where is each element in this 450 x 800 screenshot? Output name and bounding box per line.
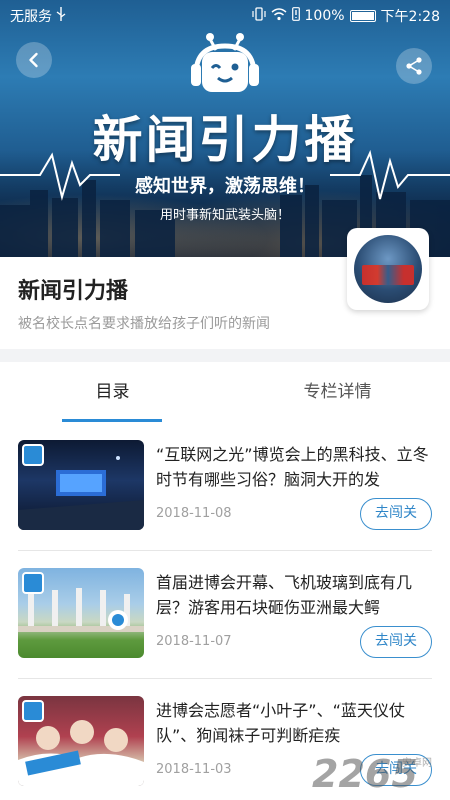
list-item[interactable]: “互联网之光”博览会上的黑科技、立冬时节有哪些习俗？脑洞大开的发 2018-11… bbox=[18, 440, 432, 550]
wifi-icon bbox=[271, 7, 287, 25]
back-icon bbox=[29, 52, 38, 68]
hero-title: 新闻引力播 bbox=[92, 111, 358, 169]
item-title: “互联网之光”博览会上的黑科技、立冬时节有哪些习俗？脑洞大开的发 bbox=[156, 445, 429, 489]
battery-icon bbox=[349, 10, 376, 22]
tab-catalog[interactable]: 目录 bbox=[0, 362, 225, 422]
hero-subtitle: 用时事新知武装头脑！ bbox=[159, 208, 290, 223]
share-button[interactable] bbox=[396, 48, 432, 84]
clock-time: 下午2:28 bbox=[380, 9, 440, 25]
robot-logo-icon bbox=[191, 33, 259, 92]
divider bbox=[18, 550, 432, 551]
content-area: 目录 专栏详情 “互联网之光”博览会上的黑科技、立冬时节有哪些习俗？脑洞大开的发… bbox=[0, 362, 450, 800]
active-tab-indicator bbox=[62, 419, 162, 422]
usb-icon bbox=[56, 7, 66, 25]
column-cover-thumbnail bbox=[347, 228, 429, 310]
back-button[interactable] bbox=[16, 42, 52, 78]
item-date: 2018-11-07 bbox=[156, 634, 232, 649]
alert-icon bbox=[291, 7, 300, 25]
item-date: 2018-11-08 bbox=[156, 506, 232, 521]
item-thumbnail bbox=[18, 568, 144, 658]
divider bbox=[18, 678, 432, 679]
challenge-button[interactable]: 去闯关 bbox=[360, 498, 432, 530]
column-title: 新闻引力播 bbox=[18, 279, 129, 304]
carrier-text: 无服务 bbox=[10, 9, 52, 25]
item-title: 进博会志愿者“小叶子”、“蓝天仪仗队”、狗闻袜子可判断疟疾 bbox=[156, 701, 405, 745]
hero-slogan: 感知世界，激荡思维！ bbox=[135, 176, 315, 197]
app-root: 无服务 100% 下午2:28 新闻引力播 感知世界，激荡思维！ 用时事新知武装… bbox=[0, 0, 450, 800]
vibrate-icon bbox=[251, 7, 266, 25]
tab-bar: 目录 专栏详情 bbox=[0, 362, 450, 422]
tab-column-details[interactable]: 专栏详情 bbox=[225, 362, 450, 422]
status-bar: 无服务 100% 下午2:28 bbox=[0, 0, 450, 32]
battery-percent: 100% bbox=[304, 8, 345, 24]
watermark-text: 安卓网 bbox=[402, 758, 432, 769]
item-thumbnail bbox=[18, 696, 144, 786]
item-title: 首届进博会开幕、飞机玻璃到底有几层？游客用石块砸伤亚洲最大鳄 bbox=[156, 573, 413, 617]
challenge-button[interactable]: 去闯关 bbox=[360, 626, 432, 658]
column-description: 被名校长点名要求播放给孩子们听的新闻 bbox=[18, 316, 270, 332]
list-item[interactable]: 首届进博会开幕、飞机玻璃到底有几层？游客用石块砸伤亚洲最大鳄 2018-11-0… bbox=[18, 568, 432, 678]
item-thumbnail bbox=[18, 440, 144, 530]
share-icon bbox=[406, 57, 422, 75]
hero-banner: 无服务 100% 下午2:28 新闻引力播 感知世界，激荡思维！ 用时事新知武装… bbox=[0, 0, 450, 257]
item-date: 2018-11-03 bbox=[156, 762, 232, 777]
